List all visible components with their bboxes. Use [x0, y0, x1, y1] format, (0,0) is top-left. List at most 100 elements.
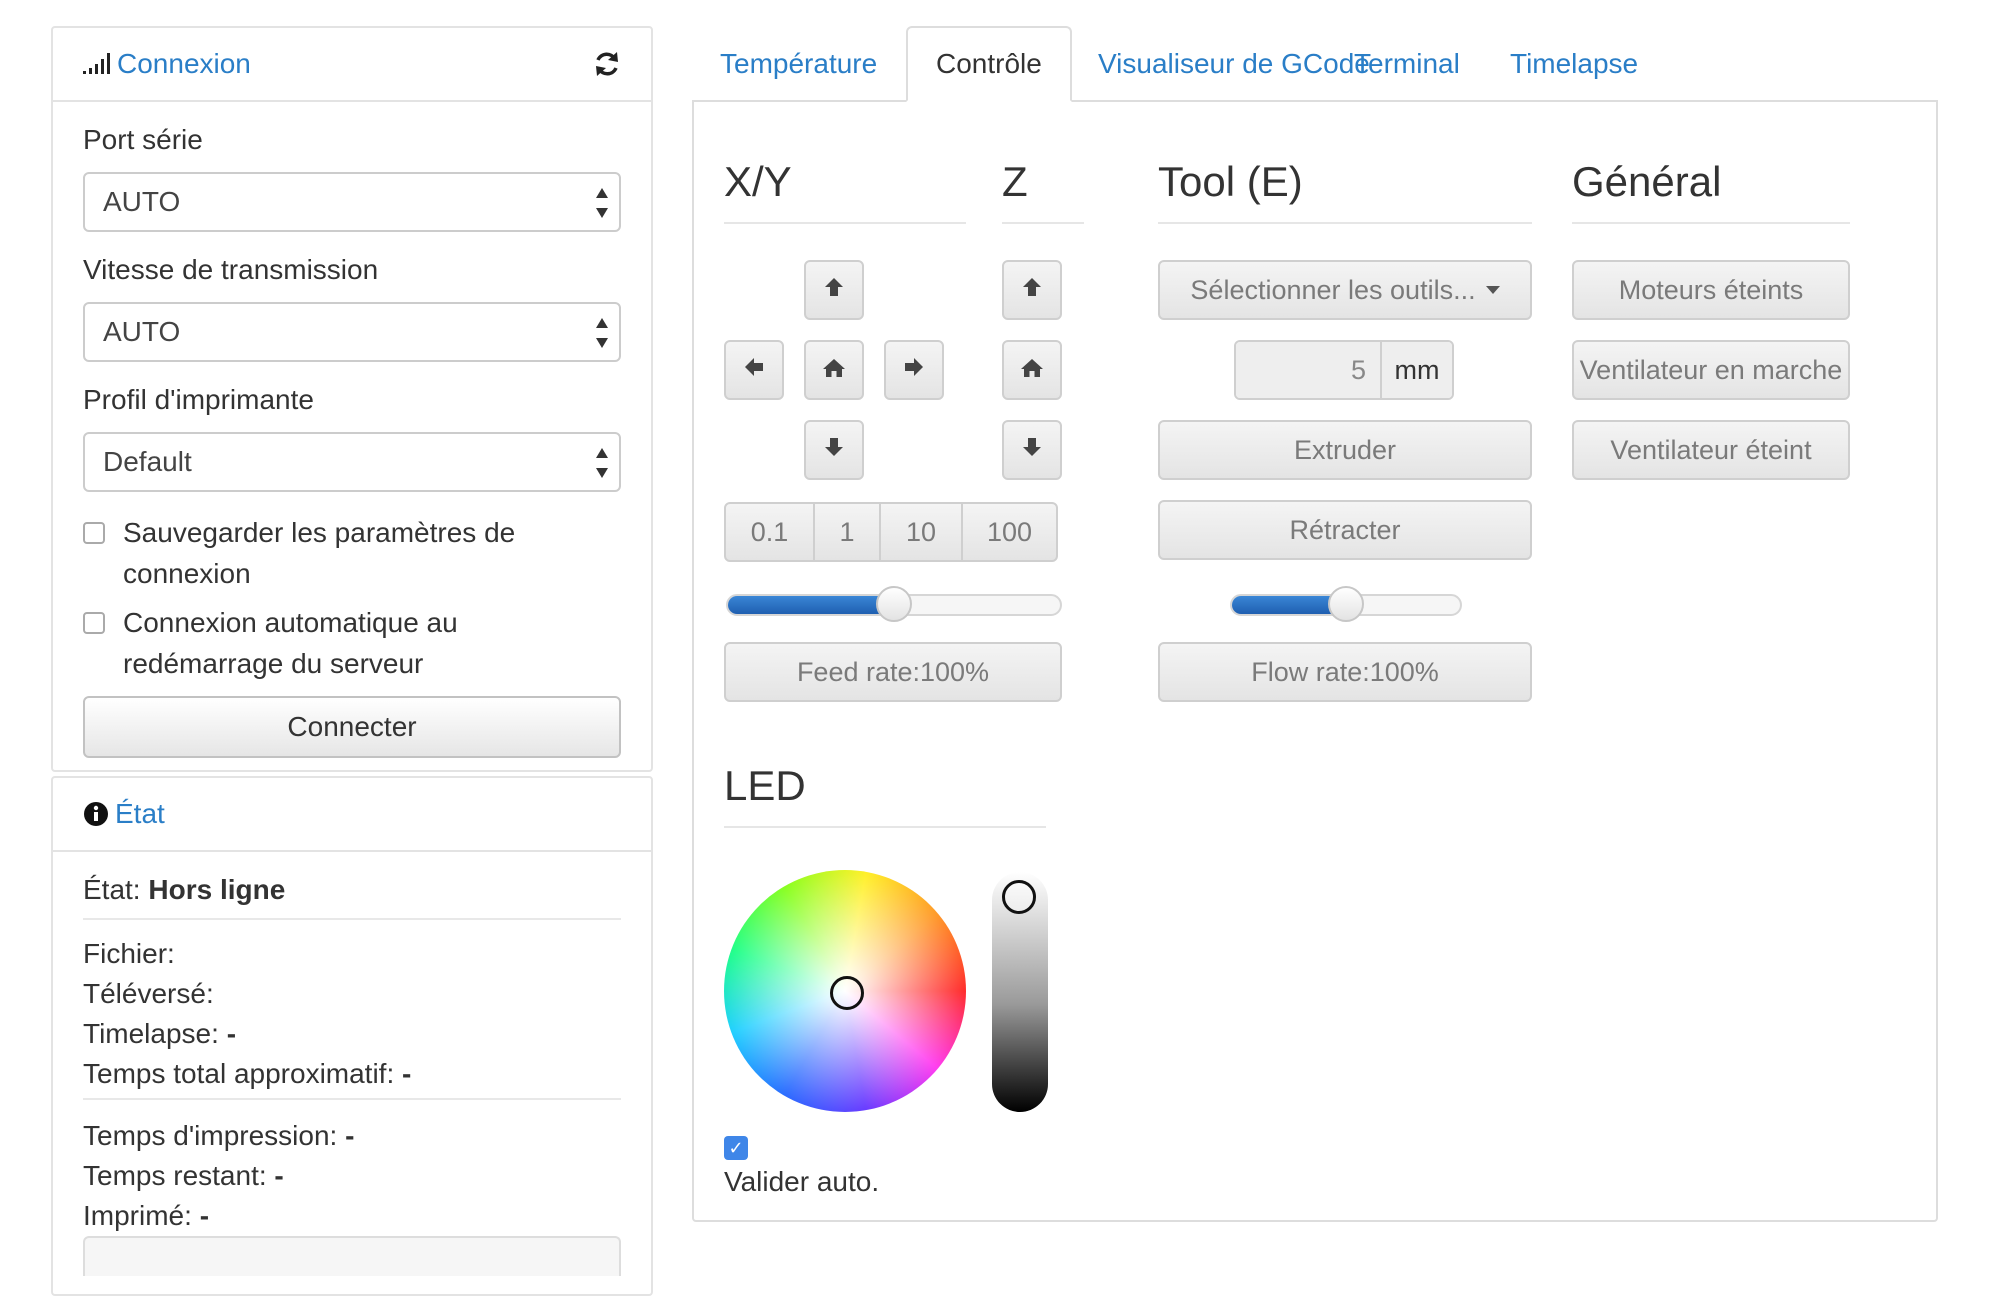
divider — [83, 1098, 621, 1100]
home-icon — [1020, 354, 1044, 386]
home-z-button[interactable] — [1002, 340, 1062, 400]
auto-connect-label[interactable]: Connexion automatique au redémarrage du s… — [123, 602, 458, 684]
connect-button[interactable]: Connecter — [83, 696, 621, 758]
print-time-line: Temps d'impression: - — [83, 1120, 355, 1151]
motors-off-button[interactable]: Moteurs éteints — [1572, 260, 1850, 320]
tab-bar: Température Contrôle Visualiseur de GCod… — [692, 26, 1932, 102]
auto-validate-checkbox[interactable]: ✓ — [724, 1136, 748, 1160]
fan-off-button[interactable]: Ventilateur éteint — [1572, 420, 1850, 480]
baud-select-value: AUTO — [103, 316, 181, 347]
step-100-button[interactable]: 100 — [963, 504, 1056, 560]
remaining-line: Temps restant: - — [83, 1160, 284, 1191]
save-settings-checkbox[interactable] — [83, 522, 105, 544]
printed-line: Imprimé: - — [83, 1200, 210, 1231]
profile-label: Profil d'imprimante — [83, 384, 314, 415]
divider — [83, 918, 621, 920]
arrow-right-icon — [902, 354, 926, 386]
jog-z-minus-button[interactable] — [1002, 420, 1062, 480]
timelapse-line: Timelapse: - — [83, 1018, 237, 1049]
divider — [724, 826, 1046, 828]
general-section-title: Général — [1572, 158, 1722, 205]
total-time-line: Temps total approximatif: - — [83, 1058, 412, 1089]
check-icon: ✓ — [728, 1137, 744, 1158]
home-icon — [822, 354, 846, 386]
jog-distance-selector: 0.1 1 10 100 — [724, 502, 1058, 562]
connection-panel: Connexion Port série AUTO Vitesse de tra… — [51, 26, 653, 772]
feed-rate-slider-handle[interactable] — [876, 586, 912, 622]
jog-x-minus-button[interactable] — [724, 340, 784, 400]
jog-y-minus-button[interactable] — [804, 420, 864, 480]
divider — [1002, 222, 1084, 224]
jog-x-plus-button[interactable] — [884, 340, 944, 400]
color-wheel-marker[interactable] — [830, 976, 864, 1010]
xy-section-title: X/Y — [724, 158, 792, 205]
baud-select[interactable]: AUTO — [83, 302, 621, 362]
divider — [1572, 222, 1850, 224]
profile-select-value: Default — [103, 446, 192, 477]
led-section-title: LED — [724, 762, 806, 809]
extrude-amount-input[interactable]: 5 — [1236, 342, 1382, 398]
state-panel: État État: Hors ligne Fichier: Téléversé… — [51, 776, 653, 1296]
auto-connect-row: Connexion automatique au redémarrage du s… — [83, 602, 623, 684]
arrow-up-icon — [822, 274, 846, 306]
refresh-icon[interactable] — [593, 50, 621, 78]
jog-z-plus-button[interactable] — [1002, 260, 1062, 320]
arrow-down-icon — [822, 434, 846, 466]
file-line: Fichier: — [83, 938, 175, 969]
caret-down-icon — [1485, 286, 1500, 294]
tool-section-title: Tool (E) — [1158, 158, 1303, 205]
fan-on-button[interactable]: Ventilateur en marche — [1572, 340, 1850, 400]
tab-terminal[interactable]: Terminal — [1326, 26, 1488, 102]
led-color-wheel[interactable] — [724, 870, 966, 1112]
port-label: Port série — [83, 124, 203, 155]
extrude-unit-label: mm — [1382, 342, 1452, 398]
state-title[interactable]: État — [115, 798, 165, 830]
tab-timelapse[interactable]: Timelapse — [1482, 26, 1666, 102]
feed-rate-slider-fill — [728, 596, 894, 614]
flow-rate-slider[interactable] — [1230, 586, 1462, 622]
port-select[interactable]: AUTO — [83, 172, 621, 232]
arrow-down-icon — [1020, 434, 1044, 466]
extrude-amount-group: 5 mm — [1234, 340, 1454, 400]
auto-validate-label: Valider auto. — [724, 1166, 880, 1197]
select-arrows-icon — [595, 318, 609, 348]
profile-select[interactable]: Default — [83, 432, 621, 492]
connection-title[interactable]: Connexion — [117, 48, 251, 80]
feed-rate-button[interactable]: Feed rate:100% — [724, 642, 1062, 702]
feed-rate-slider[interactable] — [726, 586, 1062, 622]
divider — [724, 222, 966, 224]
connection-panel-heading[interactable]: Connexion — [53, 28, 651, 102]
jog-y-plus-button[interactable] — [804, 260, 864, 320]
arrow-up-icon — [1020, 274, 1044, 306]
step-0-1-button[interactable]: 0.1 — [726, 504, 815, 560]
step-10-button[interactable]: 10 — [881, 504, 963, 560]
auto-connect-checkbox[interactable] — [83, 612, 105, 634]
state-status: État: Hors ligne — [83, 874, 286, 905]
info-circle-icon — [83, 801, 109, 827]
progress-bar — [83, 1236, 621, 1276]
extrude-button[interactable]: Extruder — [1158, 420, 1532, 480]
save-settings-row: Sauvegarder les paramètres de connexion — [83, 512, 623, 594]
brightness-marker[interactable] — [1002, 880, 1036, 914]
baud-label: Vitesse de transmission — [83, 254, 379, 285]
control-tab-content: X/Y Z Tool (E) Général 0.1 1 10 100 Feed… — [692, 100, 1938, 1222]
led-brightness-bar[interactable] — [992, 872, 1048, 1112]
port-select-value: AUTO — [103, 186, 181, 217]
tool-select-dropdown[interactable]: Sélectionner les outils... — [1158, 260, 1532, 320]
retract-button[interactable]: Rétracter — [1158, 500, 1532, 560]
arrow-left-icon — [742, 354, 766, 386]
tab-temperature[interactable]: Température — [692, 26, 905, 102]
flow-rate-slider-handle[interactable] — [1328, 586, 1364, 622]
z-section-title: Z — [1002, 158, 1028, 205]
uploaded-line: Téléversé: — [83, 978, 214, 1009]
divider — [1158, 222, 1532, 224]
tab-control[interactable]: Contrôle — [906, 26, 1072, 102]
save-settings-label[interactable]: Sauvegarder les paramètres de connexion — [123, 512, 515, 594]
signal-icon — [83, 53, 111, 75]
select-arrows-icon — [595, 448, 609, 478]
select-arrows-icon — [595, 188, 609, 218]
state-panel-heading[interactable]: État — [53, 778, 651, 852]
step-1-button[interactable]: 1 — [815, 504, 881, 560]
flow-rate-button[interactable]: Flow rate:100% — [1158, 642, 1532, 702]
home-xy-button[interactable] — [804, 340, 864, 400]
